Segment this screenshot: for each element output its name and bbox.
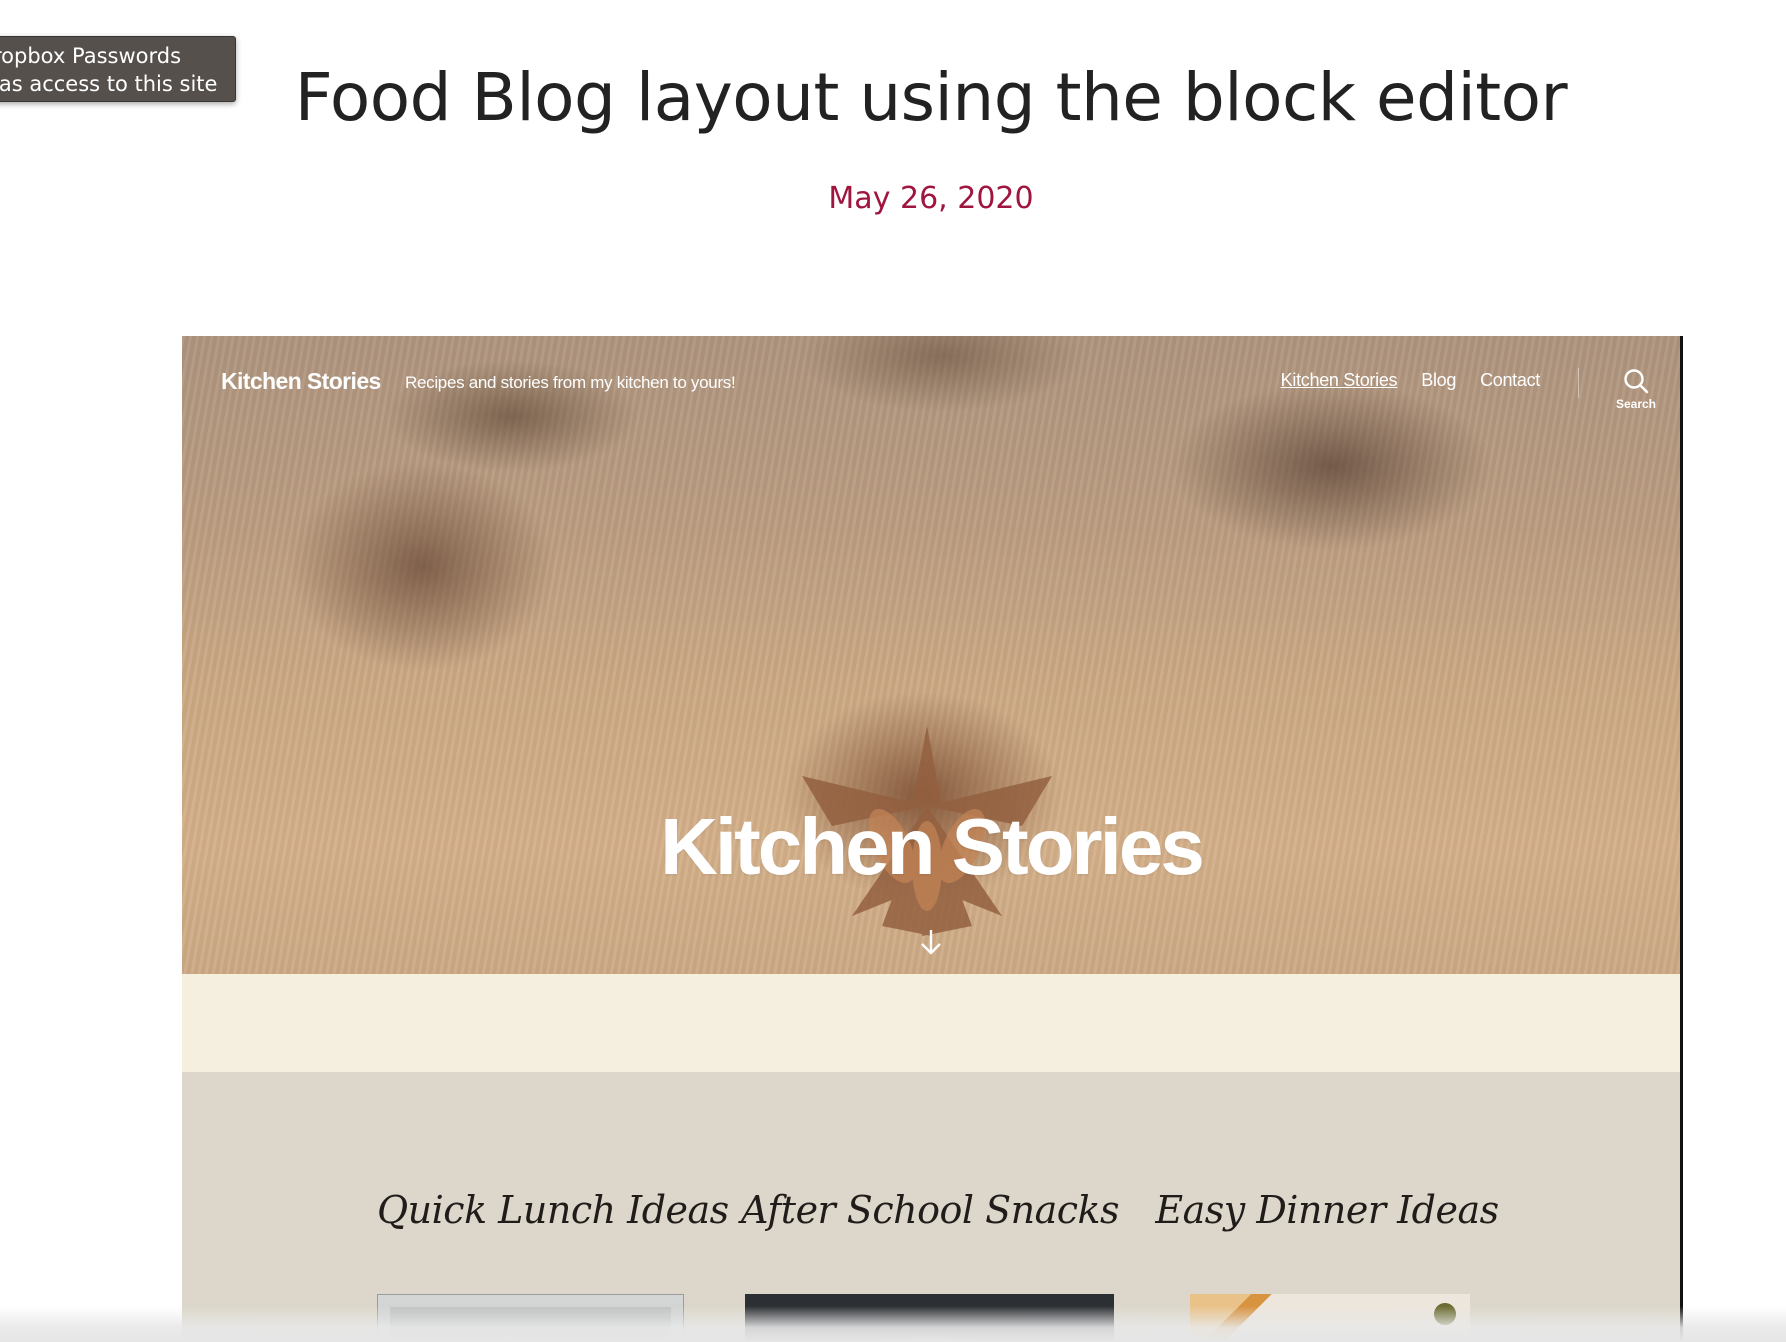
card-title-quick-lunch: Quick Lunch Ideas (377, 1188, 729, 1232)
cream-band (182, 974, 1680, 1072)
card-title-easy-dinner: Easy Dinner Ideas (1155, 1188, 1499, 1232)
search-icon (1624, 369, 1649, 394)
nav-divider (1578, 368, 1579, 398)
window-bottom-shade (0, 1306, 1786, 1342)
menu-item-contact[interactable]: Contact (1480, 370, 1540, 391)
embedded-site-screenshot: Kitchen Stories Recipes and stories from… (182, 336, 1683, 1342)
hero-cover: Kitchen Stories Recipes and stories from… (182, 336, 1680, 974)
arrow-down-icon[interactable] (919, 928, 943, 956)
primary-menu: Kitchen Stories Blog Contact (1281, 370, 1541, 391)
post-title: Food Blog layout using the block editor (294, 59, 1568, 136)
menu-item-kitchen-stories[interactable]: Kitchen Stories (1281, 370, 1398, 391)
post-date[interactable]: May 26, 2020 (0, 181, 1786, 216)
search-label: Search (1615, 397, 1657, 411)
menu-item-blog[interactable]: Blog (1421, 370, 1456, 391)
card-title-after-school: After School Snacks (740, 1188, 1120, 1232)
search-toggle-button[interactable]: Search (1609, 368, 1663, 411)
category-columns: Quick Lunch Ideas After School Snacks Ea… (182, 1072, 1680, 1342)
site-description: Recipes and stories from my kitchen to y… (405, 373, 736, 392)
hero-title: Kitchen Stories (660, 802, 1205, 891)
site-title[interactable]: Kitchen Stories (221, 368, 381, 395)
